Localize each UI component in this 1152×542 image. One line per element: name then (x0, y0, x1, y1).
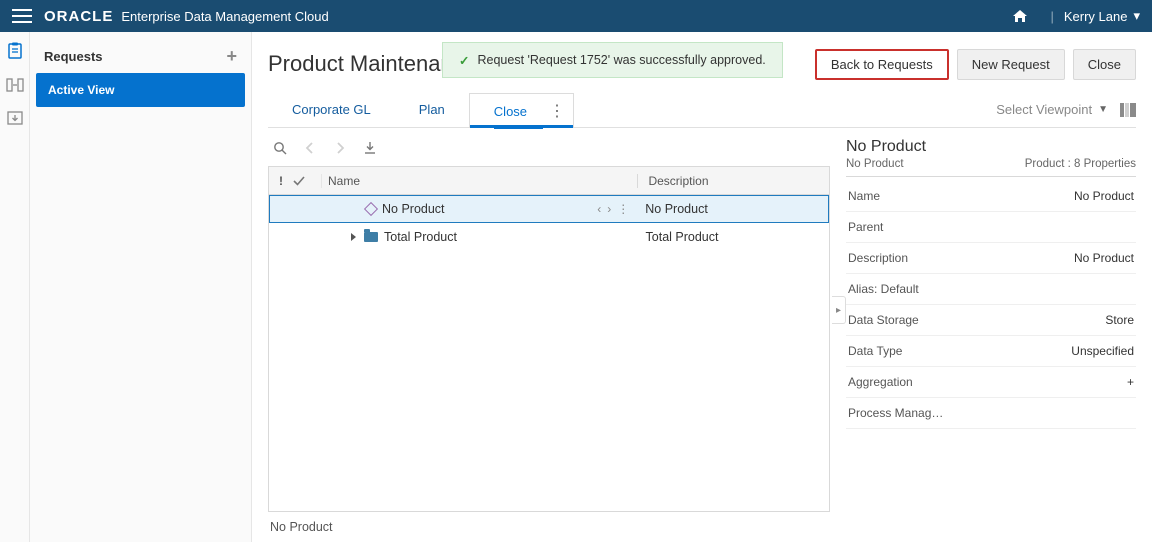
rail-download-icon[interactable] (6, 110, 24, 128)
brand-name: Enterprise Data Management Cloud (121, 9, 328, 24)
home-icon[interactable] (1012, 9, 1028, 23)
rail-compare-icon[interactable] (6, 76, 24, 94)
properties-subtitle-right: Product : 8 Properties (1025, 158, 1136, 170)
caret-down-icon: ▼ (1098, 104, 1108, 115)
close-button[interactable]: Close (1073, 49, 1136, 80)
notification-text: Request 'Request 1752' was successfully … (477, 53, 765, 67)
prop-row-aggregation[interactable]: Aggregation + (846, 367, 1136, 398)
node-description: Total Product (636, 230, 829, 244)
row-prev-icon[interactable]: ‹ (597, 202, 601, 216)
prop-row-data-storage[interactable]: Data Storage Store (846, 305, 1136, 336)
new-request-button[interactable]: New Request (957, 49, 1065, 80)
add-request-icon[interactable]: + (226, 46, 237, 67)
tab-plan[interactable]: Plan (395, 92, 469, 127)
tab-row: Corporate GL Plan Close ⋮ Select Viewpoi… (268, 92, 1136, 128)
grid-toolbar (268, 136, 830, 166)
panel-expand-handle[interactable]: ▸ (832, 296, 846, 324)
brand-logo: ORACLE (44, 8, 113, 25)
check-icon: ✓ (459, 53, 469, 68)
tab-close[interactable]: Close (494, 94, 543, 128)
diamond-icon (366, 204, 376, 214)
prop-row-data-type[interactable]: Data Type Unspecified (846, 336, 1136, 367)
user-name: Kerry Lane (1064, 9, 1128, 24)
sidebar-item-label: Active View (48, 83, 114, 97)
main: Product Maintenance ✓ Request 'Request 1… (252, 32, 1152, 542)
user-menu[interactable]: Kerry Lane ▾ (1064, 8, 1140, 24)
select-viewpoint[interactable]: Select Viewpoint ▼ (996, 102, 1108, 117)
grid-header: ! Name Description (269, 167, 829, 195)
col-description: Description (637, 174, 829, 188)
col-check-icon (293, 176, 321, 186)
properties-subtitle-left: No Product (846, 158, 904, 170)
properties-panel: ▸ No Product No Product Product : 8 Prop… (846, 136, 1136, 542)
notification-banner: ✓ Request 'Request 1752' was successfull… (442, 42, 783, 78)
separator: | (1050, 9, 1053, 24)
tree-grid: ! Name Description N (268, 166, 830, 512)
tab-menu-icon[interactable]: ⋮ (549, 101, 565, 121)
row-next-icon[interactable]: › (607, 202, 611, 216)
col-name: Name (321, 174, 637, 188)
menu-icon[interactable] (12, 9, 32, 23)
tree-row-total-product[interactable]: Total Product Total Product (269, 223, 829, 251)
layout-icon[interactable] (1120, 103, 1136, 117)
sidebar-header: Requests + (36, 40, 245, 73)
tab-close-container: Close ⋮ (469, 93, 574, 128)
select-viewpoint-label: Select Viewpoint (996, 102, 1092, 117)
prop-row-process-manag[interactable]: Process Manag… (846, 398, 1136, 429)
node-name: No Product (382, 202, 445, 216)
tab-corporate-gl[interactable]: Corporate GL (268, 92, 395, 127)
properties-title: No Product (846, 136, 1136, 156)
top-bar: ORACLE Enterprise Data Management Cloud … (0, 0, 1152, 32)
sidebar-title: Requests (44, 49, 103, 64)
prop-row-alias-default[interactable]: Alias: Default (846, 274, 1136, 305)
row-menu-icon[interactable]: ⋮ (617, 202, 629, 216)
caret-down-icon: ▾ (1133, 8, 1140, 24)
status-line: No Product (268, 512, 830, 542)
prev-icon[interactable] (302, 140, 318, 156)
sidebar-item-active-view[interactable]: Active View (36, 73, 245, 107)
back-to-requests-button[interactable]: Back to Requests (815, 49, 949, 80)
download-icon[interactable] (362, 140, 378, 156)
folder-icon (364, 232, 378, 242)
tree-row-no-product[interactable]: No Product ‹ › ⋮ No Product (269, 195, 829, 223)
sidebar: Requests + Active View (30, 32, 252, 542)
node-description: No Product (635, 202, 828, 216)
search-icon[interactable] (272, 140, 288, 156)
next-icon[interactable] (332, 140, 348, 156)
rail-requests-icon[interactable] (6, 42, 24, 60)
prop-row-description[interactable]: Description No Product (846, 243, 1136, 274)
node-name: Total Product (384, 230, 457, 244)
prop-row-name[interactable]: Name No Product (846, 181, 1136, 212)
expand-icon[interactable] (351, 233, 356, 241)
col-flag: ! (269, 174, 293, 188)
left-rail (0, 32, 30, 542)
prop-row-parent[interactable]: Parent (846, 212, 1136, 243)
